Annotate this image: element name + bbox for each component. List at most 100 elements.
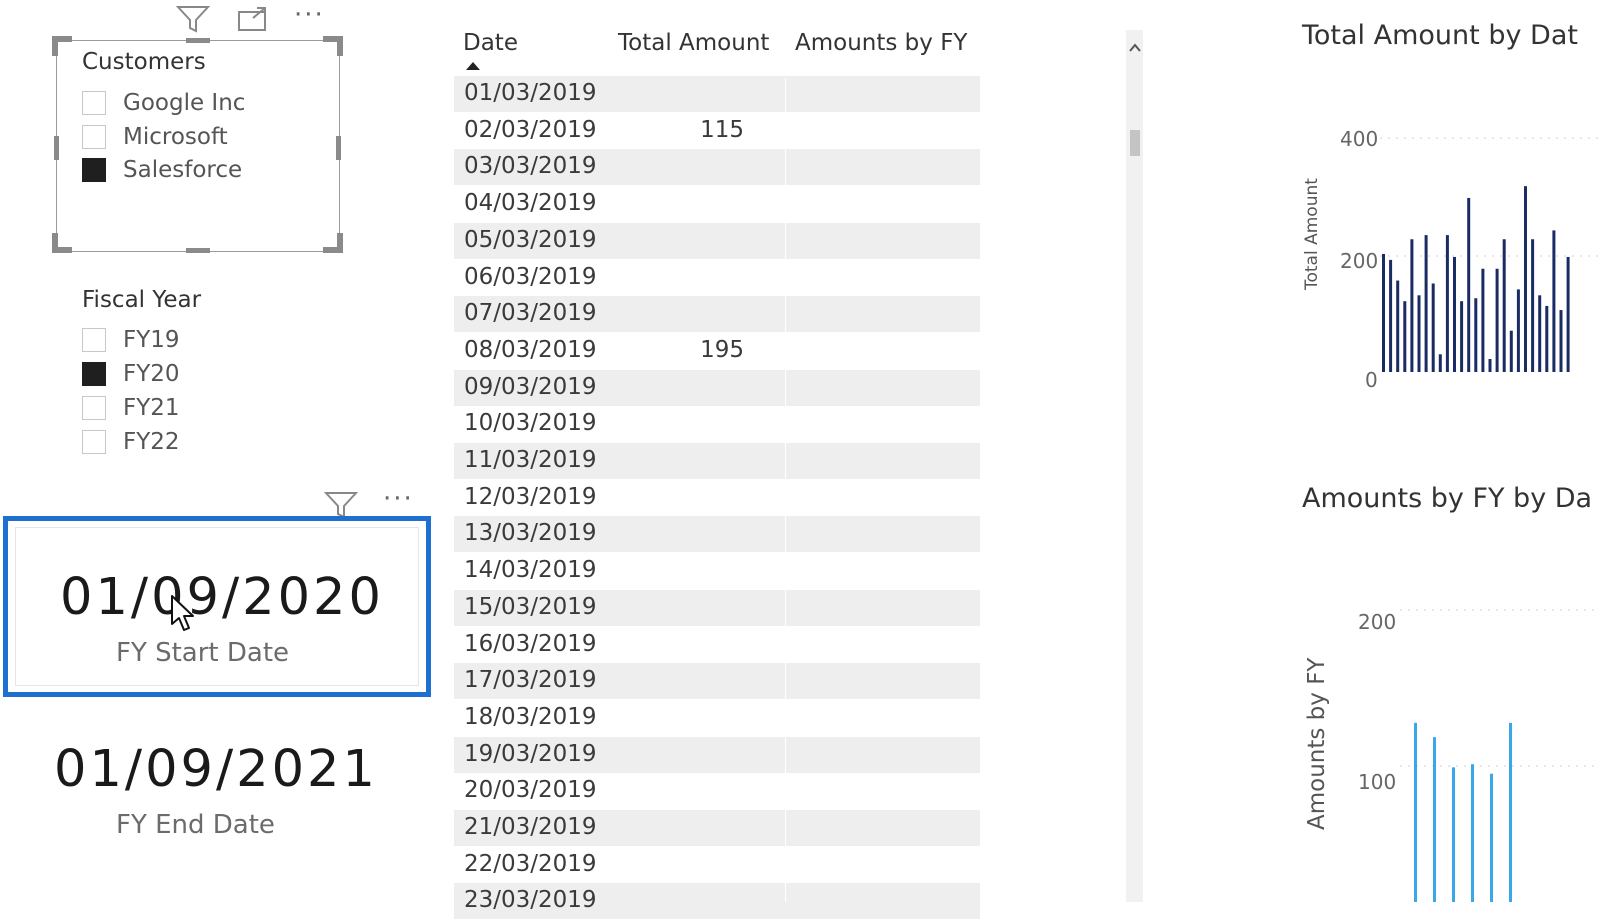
more-options-icon[interactable]: ··· <box>294 0 325 30</box>
column-header-amounts-by-fy[interactable]: Amounts by FY <box>795 30 967 56</box>
bar[interactable] <box>1559 310 1563 372</box>
fy-option-fy20[interactable]: FY20 <box>82 359 180 389</box>
resize-handle[interactable] <box>52 233 58 253</box>
table-row[interactable]: 14/03/2019 <box>454 553 980 589</box>
y-tick-400: 400 <box>1340 127 1379 151</box>
table-row[interactable]: 18/03/2019 <box>454 700 980 736</box>
more-options-icon[interactable]: ··· <box>383 484 414 514</box>
customer-option-microsoft[interactable]: Microsoft <box>82 122 228 152</box>
resize-handle[interactable] <box>52 36 58 56</box>
resize-handle[interactable] <box>337 36 343 56</box>
cell-date: 10/03/2019 <box>464 410 597 437</box>
bar[interactable] <box>1417 295 1421 372</box>
scrollbar-thumb[interactable] <box>1130 130 1140 156</box>
bar[interactable] <box>1410 239 1414 372</box>
checkbox-checked[interactable] <box>82 362 106 386</box>
cell-date: 08/03/2019 <box>464 336 597 363</box>
bar[interactable] <box>1495 268 1499 372</box>
bar[interactable] <box>1433 737 1436 902</box>
bar[interactable] <box>1488 359 1492 372</box>
resize-handle[interactable] <box>186 248 210 253</box>
scroll-up-icon[interactable] <box>1128 42 1142 54</box>
cell-date: 12/03/2019 <box>464 483 597 510</box>
bar[interactable] <box>1389 259 1393 372</box>
table-row[interactable]: 15/03/2019 <box>454 589 980 626</box>
bar[interactable] <box>1552 230 1556 372</box>
column-header-date[interactable]: Date <box>463 30 518 56</box>
resize-handle[interactable] <box>186 38 210 43</box>
table-row[interactable]: 08/03/2019 195 <box>454 333 980 369</box>
bar[interactable] <box>1424 235 1428 372</box>
cell-date: 05/03/2019 <box>464 226 597 253</box>
table-row[interactable]: 20/03/2019 <box>454 773 980 809</box>
cell-date: 19/03/2019 <box>464 740 597 767</box>
bar[interactable] <box>1490 773 1493 902</box>
bar[interactable] <box>1445 235 1449 372</box>
fy-option-fy21[interactable]: FY21 <box>82 393 180 423</box>
bar[interactable] <box>1396 280 1400 372</box>
bar[interactable] <box>1471 764 1474 902</box>
checkbox[interactable] <box>82 91 106 115</box>
table-row[interactable]: 17/03/2019 <box>454 663 980 700</box>
table-row[interactable]: 19/03/2019 <box>454 736 980 773</box>
checkbox[interactable] <box>82 430 106 454</box>
table-row[interactable]: 01/03/2019 <box>454 76 980 112</box>
total-amount-chart[interactable] <box>1380 130 1600 386</box>
resize-handle[interactable] <box>54 136 59 160</box>
table-row[interactable]: 07/03/2019 <box>454 296 980 333</box>
bar[interactable] <box>1481 268 1485 372</box>
bar[interactable] <box>1452 767 1455 902</box>
bar[interactable] <box>1531 239 1535 372</box>
checkbox[interactable] <box>82 328 106 352</box>
table-row[interactable]: 16/03/2019 <box>454 627 980 663</box>
table-row[interactable]: 22/03/2019 <box>454 847 980 883</box>
fy-option-fy22[interactable]: FY22 <box>82 427 180 457</box>
table-row[interactable]: 02/03/2019 115 <box>454 113 980 149</box>
checkbox[interactable] <box>82 125 106 149</box>
cell-date: 21/03/2019 <box>464 814 597 840</box>
bar[interactable] <box>1431 283 1435 373</box>
bar[interactable] <box>1382 254 1385 372</box>
bar[interactable] <box>1460 301 1464 372</box>
table-row[interactable]: 06/03/2019 <box>454 260 980 296</box>
table-row[interactable]: 23/03/2019 <box>454 883 980 919</box>
bar[interactable] <box>1509 722 1512 902</box>
bar[interactable] <box>1438 354 1442 372</box>
bar[interactable] <box>1538 295 1542 372</box>
resize-handle[interactable] <box>336 136 341 160</box>
customer-option-google[interactable]: Google Inc <box>82 88 245 118</box>
amounts-by-fy-chart[interactable] <box>1400 600 1600 902</box>
table-row[interactable]: 04/03/2019 <box>454 186 980 222</box>
bar[interactable] <box>1403 301 1407 372</box>
focus-mode-icon[interactable] <box>237 6 269 32</box>
cell-date: 11/03/2019 <box>464 447 597 473</box>
scrollbar[interactable] <box>1126 30 1143 902</box>
table-row[interactable]: 10/03/2019 <box>454 406 980 442</box>
table-row[interactable]: 03/03/2019 <box>454 149 980 186</box>
sort-ascending-icon[interactable] <box>465 61 481 71</box>
bar[interactable] <box>1453 256 1456 372</box>
bar[interactable] <box>1545 305 1549 372</box>
bar[interactable] <box>1566 256 1570 372</box>
bar[interactable] <box>1467 197 1471 372</box>
option-label: Salesforce <box>123 157 243 183</box>
customer-option-salesforce[interactable]: Salesforce <box>82 155 242 185</box>
bar[interactable] <box>1414 722 1417 902</box>
resize-handle[interactable] <box>337 233 343 253</box>
filter-icon[interactable] <box>176 4 210 34</box>
bar[interactable] <box>1509 330 1513 372</box>
table-row[interactable]: 05/03/2019 <box>454 222 980 259</box>
checkbox[interactable] <box>82 396 106 420</box>
table-row[interactable]: 13/03/2019 <box>454 516 980 553</box>
column-header-total-amount[interactable]: Total Amount <box>618 30 769 56</box>
bar[interactable] <box>1524 186 1527 372</box>
fy-option-fy19[interactable]: FY19 <box>82 325 180 355</box>
bar[interactable] <box>1474 298 1478 372</box>
checkbox-checked[interactable] <box>82 158 106 182</box>
bar[interactable] <box>1516 289 1520 372</box>
table-row[interactable]: 09/03/2019 <box>454 369 980 406</box>
table-row[interactable]: 11/03/2019 <box>454 443 980 479</box>
table-row[interactable]: 12/03/2019 <box>454 480 980 516</box>
bar[interactable] <box>1502 239 1506 372</box>
table-row[interactable]: 21/03/2019 <box>454 810 980 846</box>
